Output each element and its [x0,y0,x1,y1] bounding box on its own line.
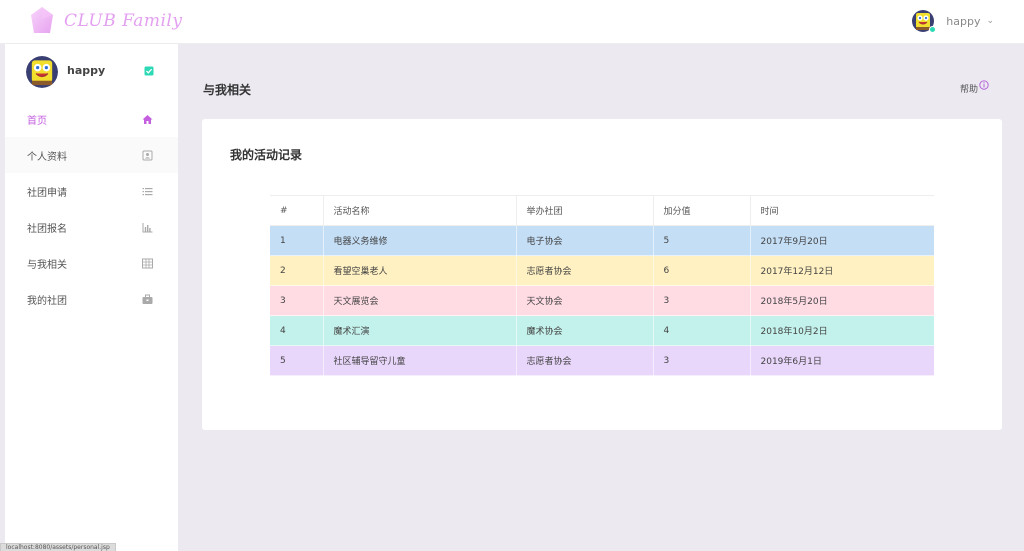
sidebar-item-club-apply[interactable]: 社团申请 [5,173,178,209]
sidebar-item-label: 社团报名 [27,223,67,235]
header-avatar [912,10,937,33]
info-circle-icon [979,80,989,90]
sidebar-item-label: 与我相关 [27,259,67,271]
profile-name: happy [67,64,106,77]
help-link[interactable]: 帮助 [959,80,989,95]
table-row[interactable]: 2 看望空巢老人 志愿者协会 6 2017年12月12日 [270,255,934,286]
top-header: CLUB Family happy ⌄ [0,0,1024,44]
table-cell: 5 [653,225,751,256]
briefcase-icon [142,294,153,305]
sidebar: happy 首页 个人资料 社团申请 社团报名 与我相关 我的社团 [5,44,178,551]
table-cell: 3 [653,285,751,316]
sidebar-item-my-clubs[interactable]: 我的社团 [5,281,178,317]
table-cell: 魔术协会 [516,315,654,346]
sidebar-item-label: 我的社团 [27,295,67,307]
sidebar-item-home[interactable]: 首页 [5,101,178,137]
home-icon [142,114,153,125]
table-body: 1 电器义务维修 电子协会 5 2017年9月20日 2 看望空巢老人 志愿者协… [270,225,934,376]
sidebar-item-label: 个人资料 [27,151,67,163]
column-header-bonus-points: 加分值 [653,195,751,226]
table-cell: 天文展览会 [323,285,517,316]
page-title: 与我相关 [203,83,252,97]
table-cell: 2018年5月20日 [750,285,934,316]
column-header-host-club: 举办社团 [516,195,654,226]
table-cell: 6 [653,255,751,286]
table-cell: 3 [653,345,751,376]
table-row[interactable]: 1 电器义务维修 电子协会 5 2017年9月20日 [270,225,934,256]
table-cell: 2019年6月1日 [750,345,934,376]
table-cell: 天文协会 [516,285,654,316]
column-header-time: 时间 [750,195,934,226]
table-cell: 志愿者协会 [516,255,654,286]
column-header-activity-name: 活动名称 [323,195,517,226]
activity-records-table: # 活动名称 举办社团 加分值 时间 1 电器义务维修 电子协会 5 2017年… [270,195,934,376]
table-cell: 电子协会 [516,225,654,256]
table-cell: 3 [270,285,324,316]
table-cell: 社区辅导留守儿童 [323,345,517,376]
table-cell: 5 [270,345,324,376]
card-title: 我的活动记录 [230,148,303,162]
table-cell: 4 [653,315,751,346]
sidebar-item-related[interactable]: 与我相关 [5,245,178,281]
table-header-row: # 活动名称 举办社团 加分值 时间 [270,195,934,226]
table-cell: 志愿者协会 [516,345,654,376]
contact-card-icon [142,150,153,161]
table-row[interactable]: 4 魔术汇演 魔术协会 4 2018年10月2日 [270,315,934,346]
table-cell: 魔术汇演 [323,315,517,346]
sponge-avatar-icon [26,56,58,88]
table-row[interactable]: 5 社区辅导留守儿童 志愿者协会 3 2019年6月1日 [270,345,934,376]
help-label: 帮助 [959,85,978,95]
table-cell: 1 [270,225,324,256]
table-cell: 电器义务维修 [323,225,517,256]
header-user-name: happy [946,14,981,28]
sidebar-item-label: 首页 [27,115,47,127]
sidebar-item-profile[interactable]: 个人资料 [5,137,178,173]
column-header-index: # [270,195,324,226]
table-cell: 2018年10月2日 [750,315,934,346]
profile-avatar[interactable] [26,56,58,88]
activity-records-card: 我的活动记录 # 活动名称 举办社团 加分值 时间 1 电器义务维修 电子协会 … [202,119,1002,430]
sidebar-item-label: 社团申请 [27,187,67,199]
list-icon [142,186,153,197]
table-cell: 2 [270,255,324,286]
user-menu[interactable]: happy ⌄ [912,9,994,33]
app-logo-text: CLUB Family [64,11,183,31]
online-status-dot [929,26,937,33]
pentagon-logo-icon [31,7,53,33]
chevron-down-icon: ⌄ [986,16,994,26]
table-grid-icon [142,258,153,269]
browser-status-bar: localhost:8080/assets/personal.jsp [0,543,116,551]
verified-check-icon [144,66,154,76]
sidebar-item-club-signup[interactable]: 社团报名 [5,209,178,245]
table-cell: 2017年12月12日 [750,255,934,286]
app-logo[interactable]: CLUB Family [30,4,182,38]
bar-chart-icon [142,222,153,233]
table-row[interactable]: 3 天文展览会 天文协会 3 2018年5月20日 [270,285,934,316]
sidebar-profile: happy [5,44,178,100]
table-cell: 看望空巢老人 [323,255,517,286]
table-cell: 2017年9月20日 [750,225,934,256]
table-cell: 4 [270,315,324,346]
